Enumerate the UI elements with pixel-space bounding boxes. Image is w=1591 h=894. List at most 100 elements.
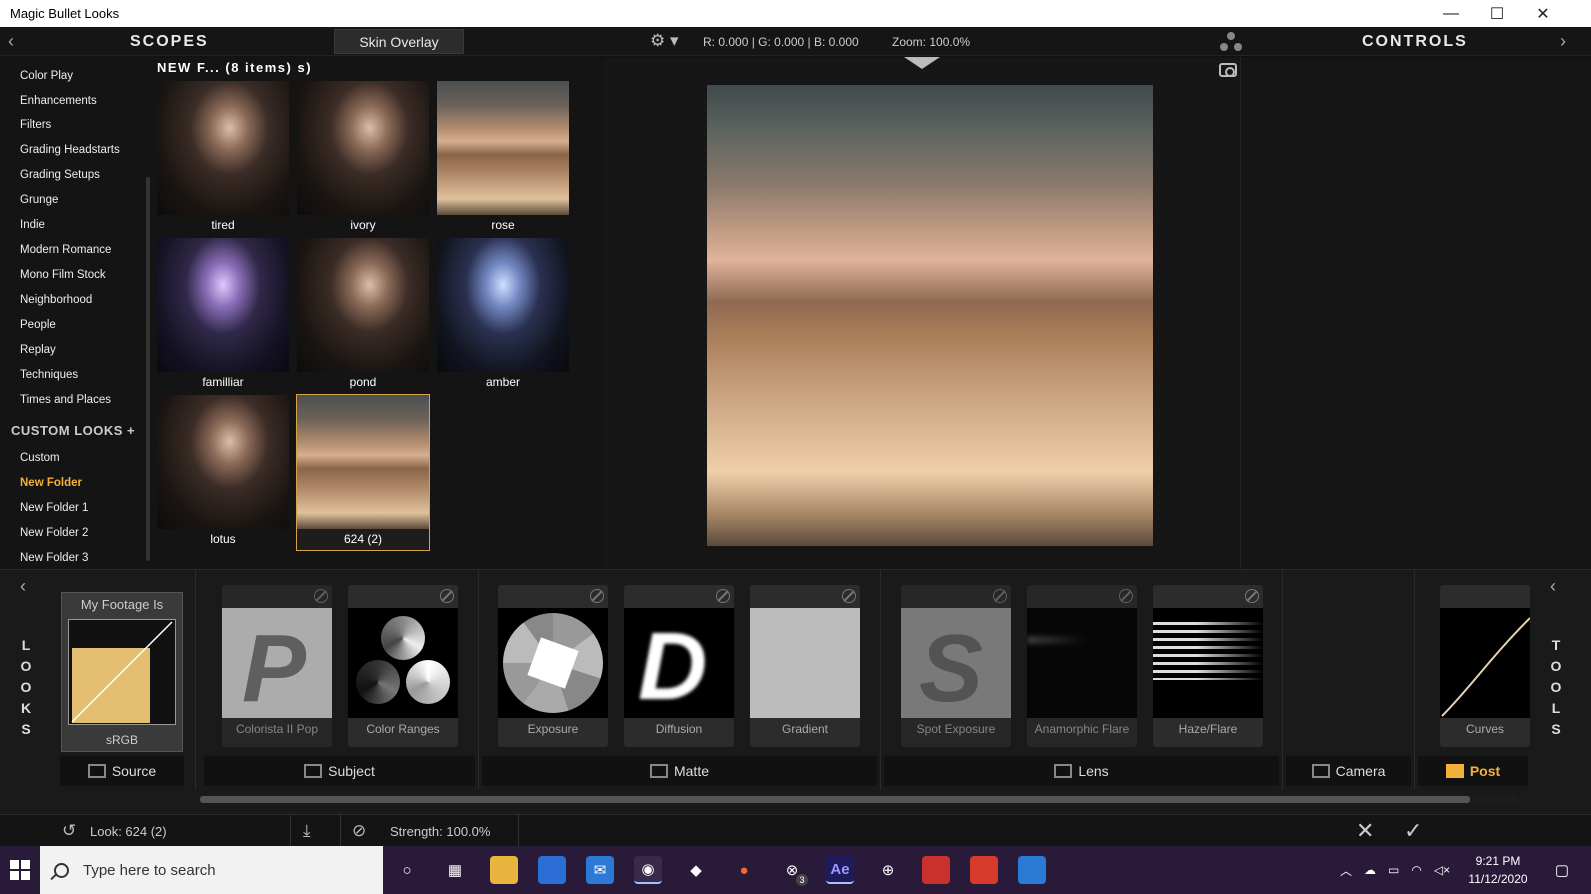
footage-source-card[interactable]: My Footage Is sRGB	[61, 592, 183, 752]
disable-icon[interactable]	[716, 589, 730, 603]
roblox-icon[interactable]: ◆	[682, 856, 710, 884]
taskbar-clock[interactable]: 9:21 PM 11/12/2020	[1468, 852, 1528, 888]
looks-vertical-label[interactable]: L O O K S	[16, 635, 36, 740]
task-view-icon[interactable]: ▦	[441, 856, 469, 884]
office-icon[interactable]	[970, 856, 998, 884]
taskbar-search-box[interactable]: Type here to search	[40, 846, 383, 894]
disable-icon[interactable]	[1245, 589, 1259, 603]
cancel-button[interactable]: ✕	[1356, 818, 1374, 844]
sidebar-item-new-folder-1[interactable]: New Folder 1	[20, 502, 88, 514]
stage-matte[interactable]: Matte	[482, 756, 877, 786]
look-tile[interactable]: pond	[297, 238, 429, 389]
sidebar-item-indie[interactable]: Indie	[20, 219, 45, 231]
after-effects-icon[interactable]: Ae	[826, 856, 854, 884]
preview-handle-icon[interactable]	[904, 57, 940, 69]
reset-icon[interactable]: ↺	[62, 821, 76, 841]
chrome-icon[interactable]: ◉	[634, 856, 662, 884]
windows-start-icon[interactable]	[10, 860, 30, 880]
maximize-button[interactable]: ☐	[1474, 0, 1520, 27]
store-icon[interactable]	[538, 856, 566, 884]
disable-icon[interactable]	[590, 589, 604, 603]
tool-color-ranges[interactable]: Color Ranges	[348, 585, 458, 747]
tool-diffusion[interactable]: D Diffusion	[624, 585, 734, 747]
disable-icon[interactable]	[314, 589, 328, 603]
look-tile[interactable]: rose	[437, 81, 569, 232]
sidebar-item-color-play[interactable]: Color Play	[20, 70, 73, 82]
stage-post[interactable]: Post	[1418, 756, 1528, 786]
tool-colorista-ii-pop[interactable]: P Colorista II Pop	[222, 585, 332, 747]
look-tile[interactable]: tired	[157, 81, 289, 232]
disable-icon[interactable]	[1119, 589, 1133, 603]
look-tile-selected[interactable]: 624 (2)	[296, 394, 430, 551]
looks-collapse-arrow-icon[interactable]: ‹	[20, 576, 26, 597]
scopes-collapse-arrow-icon[interactable]: ‹	[8, 31, 14, 52]
view-options-icon[interactable]	[1218, 31, 1244, 53]
tool-curves[interactable]: Curves	[1440, 585, 1530, 747]
sidebar-item-new-folder[interactable]: New Folder	[20, 477, 82, 489]
winrar-icon[interactable]	[922, 856, 950, 884]
sidebar-item-times-and-places[interactable]: Times and Places	[20, 394, 111, 406]
custom-looks-header[interactable]: CUSTOM LOOKS +	[11, 423, 135, 438]
photos-icon[interactable]	[1018, 856, 1046, 884]
sidebar-scrollbar[interactable]	[146, 177, 150, 561]
sidebar-item-people[interactable]: People	[20, 319, 56, 331]
sidebar-item-replay[interactable]: Replay	[20, 344, 56, 356]
sidebar-item-grunge[interactable]: Grunge	[20, 194, 58, 206]
tool-haze-flare[interactable]: Haze/Flare	[1153, 585, 1263, 747]
save-look-icon[interactable]: ⤓	[303, 821, 311, 841]
look-tile[interactable]: amber	[437, 238, 569, 389]
battery-icon[interactable]: ▭	[1388, 863, 1399, 877]
wifi-icon[interactable]: ◠	[1411, 863, 1421, 877]
sidebar-item-new-folder-2[interactable]: New Folder 2	[20, 527, 88, 539]
look-tile[interactable]: ivory	[297, 81, 429, 232]
tools-collapse-arrow-icon[interactable]: ‹	[1550, 576, 1556, 597]
d-letter-icon: D	[624, 608, 734, 720]
disable-icon[interactable]	[440, 589, 454, 603]
sidebar-item-new-folder-3[interactable]: New Folder 3	[20, 552, 88, 564]
preview-image[interactable]	[707, 85, 1153, 546]
stage-lens[interactable]: Lens	[884, 756, 1279, 786]
gear-icon[interactable]: ⚙ ▾	[650, 31, 679, 51]
tool-gradient[interactable]: Gradient	[750, 585, 860, 747]
origin-icon[interactable]: ●	[730, 856, 758, 884]
skin-overlay-tab[interactable]: Skin Overlay	[334, 29, 464, 54]
globe-icon[interactable]: ⊕	[874, 856, 902, 884]
bypass-icon[interactable]: ⊘	[352, 821, 366, 841]
close-button[interactable]: ✕	[1520, 0, 1566, 27]
tool-chain-scrollbar[interactable]	[200, 796, 1516, 803]
strength-readout[interactable]: Strength: 100.0%	[390, 824, 490, 839]
sidebar-item-custom[interactable]: Custom	[20, 452, 60, 464]
sidebar-item-techniques[interactable]: Techniques	[20, 369, 78, 381]
disable-icon[interactable]	[842, 589, 856, 603]
stage-camera[interactable]: Camera	[1286, 756, 1411, 786]
tool-exposure[interactable]: Exposure	[498, 585, 608, 747]
scrollbar-thumb[interactable]	[200, 796, 1470, 803]
sidebar-item-filters[interactable]: Filters	[20, 119, 51, 131]
sidebar-item-modern-romance[interactable]: Modern Romance	[20, 244, 111, 256]
tools-vertical-label[interactable]: T O O L S	[1546, 635, 1566, 740]
sidebar-item-grading-headstarts[interactable]: Grading Headstarts	[20, 144, 120, 156]
look-tile[interactable]: lotus	[157, 395, 289, 546]
minimize-button[interactable]: —	[1428, 0, 1474, 27]
snapshot-camera-icon[interactable]	[1219, 63, 1237, 77]
onedrive-icon[interactable]: ☁	[1364, 863, 1376, 877]
controls-collapse-arrow-icon[interactable]: ›	[1560, 31, 1566, 52]
tool-spot-exposure[interactable]: S Spot Exposure	[901, 585, 1011, 747]
sidebar-item-neighborhood[interactable]: Neighborhood	[20, 294, 92, 306]
cortana-icon[interactable]: ○	[393, 856, 421, 884]
sidebar-item-enhancements[interactable]: Enhancements	[20, 95, 97, 107]
notifications-icon[interactable]: ▢	[1548, 856, 1576, 884]
look-tile[interactable]: familliar	[157, 238, 289, 389]
file-explorer-icon[interactable]	[490, 856, 518, 884]
tool-anamorphic-flare[interactable]: Anamorphic Flare	[1027, 585, 1137, 747]
chevron-up-icon[interactable]: ︿	[1340, 862, 1352, 879]
disable-icon[interactable]	[993, 589, 1007, 603]
volume-muted-icon[interactable]: ◁×	[1434, 863, 1450, 877]
stage-subject[interactable]: Subject	[204, 756, 475, 786]
sidebar-item-mono-film-stock[interactable]: Mono Film Stock	[20, 269, 106, 281]
ok-button[interactable]: ✓	[1404, 818, 1422, 844]
mail-icon[interactable]: ✉	[586, 856, 614, 884]
stage-source[interactable]: Source	[60, 756, 184, 786]
sidebar-item-grading-setups[interactable]: Grading Setups	[20, 169, 100, 181]
xbox-icon[interactable]: ⊗ 3	[778, 856, 808, 886]
